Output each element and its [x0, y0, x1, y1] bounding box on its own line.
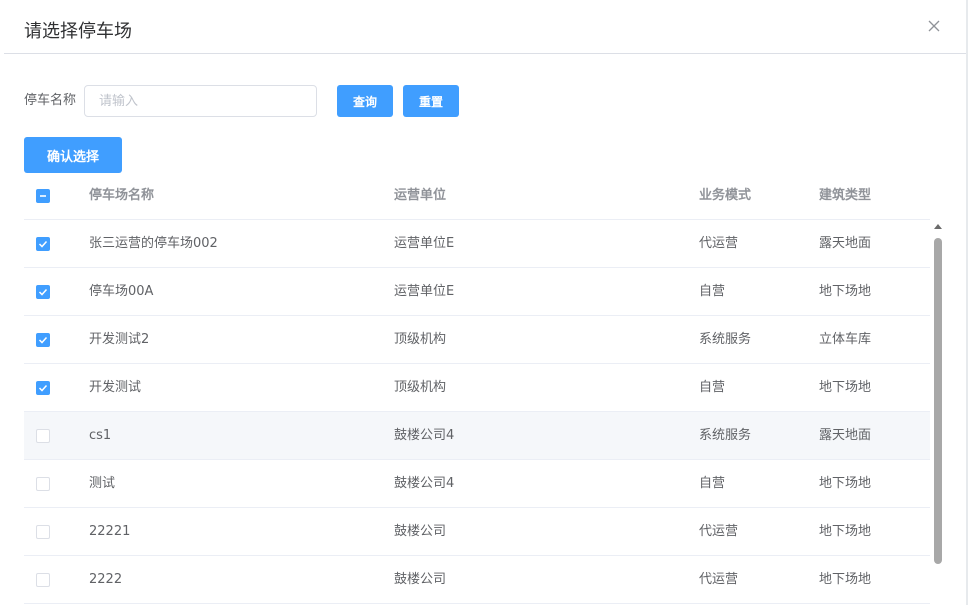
cell-unit: 鼓楼公司4	[394, 428, 455, 443]
cell-type: 地下场地	[819, 524, 872, 539]
dialog-title: 请选择停车场	[24, 21, 132, 42]
select-parking-dialog: 请选择停车场 停车名称 查询 重置 确认选择 停车场名称 运营单位 业务模式 建…	[4, 0, 966, 605]
indeterminate-checkbox-icon	[36, 189, 50, 203]
cell-name: 2222	[89, 572, 123, 587]
cell-type: 露天地面	[819, 428, 872, 443]
cell-mode: 自营	[699, 284, 726, 299]
table-row[interactable]: 22221 鼓楼公司 代运营 地下场地	[24, 508, 930, 556]
unchecked-checkbox-icon	[36, 429, 50, 443]
unchecked-checkbox-icon	[36, 573, 50, 587]
cell-unit: 鼓楼公司4	[394, 476, 455, 491]
cell-mode: 系统服务	[699, 332, 752, 347]
cell-type: 地下场地	[819, 380, 872, 395]
query-button[interactable]: 查询	[337, 85, 393, 117]
table-row[interactable]: 停车场00A 运营单位E 自营 地下场地	[24, 268, 930, 316]
parking-name-label: 停车名称	[24, 93, 77, 108]
unchecked-checkbox-icon	[36, 525, 50, 539]
table-row[interactable]: cs1 鼓楼公司4 系统服务 露天地面	[24, 412, 930, 460]
cell-unit: 顶级机构	[394, 332, 447, 347]
scrollbar-thumb[interactable]	[934, 238, 942, 564]
checked-checkbox-icon	[36, 237, 50, 251]
dialog-header: 请选择停车场	[4, 0, 966, 54]
cell-type: 地下场地	[819, 476, 872, 491]
checked-checkbox-icon	[36, 381, 50, 395]
row-checkbox[interactable]	[36, 237, 50, 251]
cell-unit: 运营单位E	[394, 236, 455, 251]
cell-unit: 顶级机构	[394, 380, 447, 395]
confirm-selection-button[interactable]: 确认选择	[24, 137, 122, 173]
reset-button[interactable]: 重置	[403, 85, 459, 117]
cell-name: 开发测试2	[89, 332, 150, 347]
cell-unit: 鼓楼公司	[394, 572, 447, 587]
row-checkbox[interactable]	[36, 525, 50, 539]
checked-checkbox-icon	[36, 285, 50, 299]
checked-checkbox-icon	[36, 333, 50, 347]
row-checkbox[interactable]	[36, 285, 50, 299]
cell-mode: 自营	[699, 380, 726, 395]
column-header-type: 建筑类型	[819, 188, 872, 203]
cell-mode: 代运营	[699, 236, 739, 251]
unchecked-checkbox-icon	[36, 477, 50, 491]
cell-name: 张三运营的停车场002	[89, 236, 218, 251]
cell-unit: 鼓楼公司	[394, 524, 447, 539]
table-row[interactable]: 开发测试 顶级机构 自营 地下场地	[24, 364, 930, 412]
parking-name-input[interactable]	[84, 85, 317, 117]
close-icon	[928, 20, 940, 32]
cell-type: 地下场地	[819, 284, 872, 299]
close-button[interactable]	[926, 18, 942, 34]
row-checkbox[interactable]	[36, 477, 50, 491]
cell-mode: 代运营	[699, 572, 739, 587]
cell-type: 地下场地	[819, 572, 872, 587]
cell-name: 22221	[89, 524, 131, 539]
cell-unit: 运营单位E	[394, 284, 455, 299]
row-checkbox[interactable]	[36, 429, 50, 443]
table-header: 停车场名称 运营单位 业务模式 建筑类型	[24, 172, 930, 220]
cell-name: cs1	[89, 428, 112, 443]
scroll-up-arrow-icon[interactable]	[934, 224, 942, 229]
table-body: 张三运营的停车场002 运营单位E 代运营 露天地面 停车场00A 运营单位E 自营 地下场地…	[24, 220, 930, 604]
column-header-name: 停车场名称	[89, 188, 155, 203]
parking-table: 停车场名称 运营单位 业务模式 建筑类型 张三运营的停车场002 运营单位E 代运营…	[24, 172, 930, 604]
cell-name: 测试	[89, 476, 116, 491]
cell-type: 立体车库	[819, 332, 872, 347]
cell-mode: 系统服务	[699, 428, 752, 443]
select-all-checkbox[interactable]	[36, 189, 50, 203]
table-row[interactable]: 开发测试2 顶级机构 系统服务 立体车库	[24, 316, 930, 364]
cell-type: 露天地面	[819, 236, 872, 251]
cell-name: 停车场00A	[89, 284, 154, 299]
row-checkbox[interactable]	[36, 573, 50, 587]
row-checkbox[interactable]	[36, 333, 50, 347]
table-row[interactable]: 2222 鼓楼公司 代运营 地下场地	[24, 556, 930, 604]
table-row[interactable]: 张三运营的停车场002 运营单位E 代运营 露天地面	[24, 220, 930, 268]
row-checkbox[interactable]	[36, 381, 50, 395]
cell-mode: 自营	[699, 476, 726, 491]
table-scrollbar[interactable]	[932, 222, 944, 605]
column-header-mode: 业务模式	[699, 188, 752, 203]
column-header-unit: 运营单位	[394, 188, 447, 203]
table-row[interactable]: 测试 鼓楼公司4 自营 地下场地	[24, 460, 930, 508]
cell-name: 开发测试	[89, 380, 142, 395]
cell-mode: 代运营	[699, 524, 739, 539]
